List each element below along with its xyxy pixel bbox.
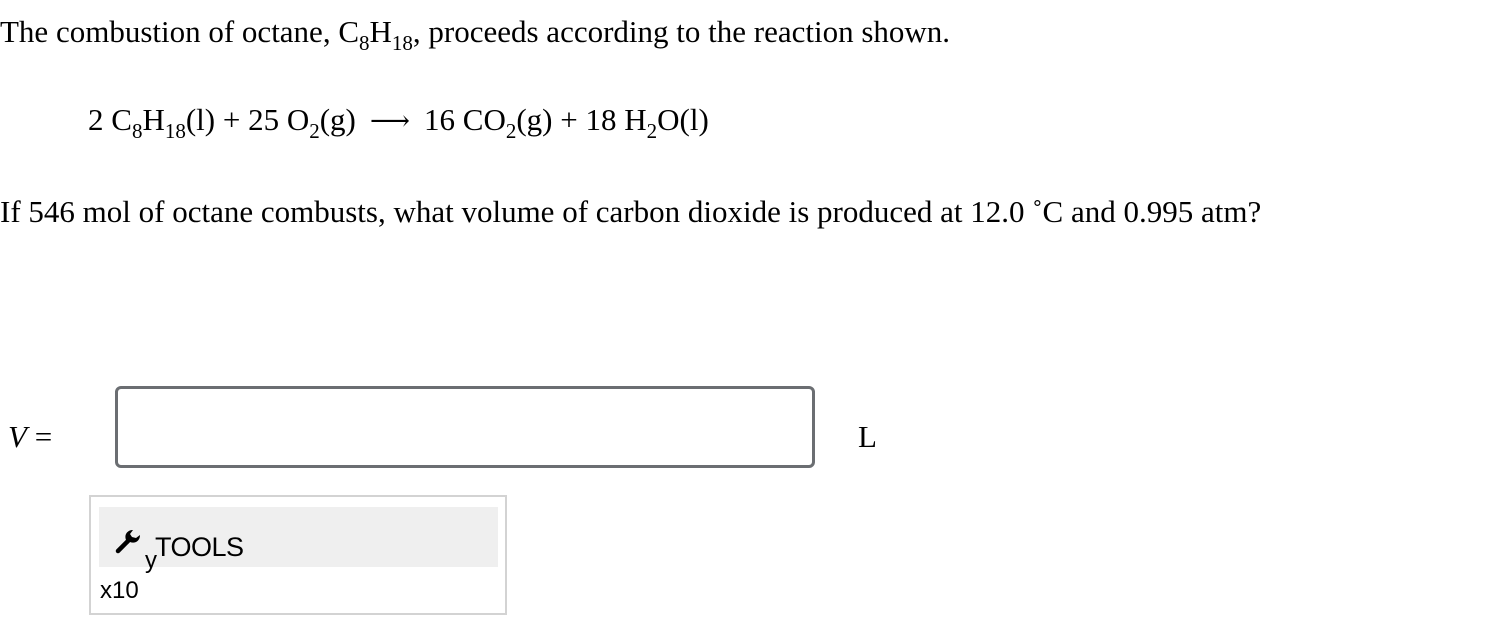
subscript: 2 xyxy=(646,119,658,143)
answer-variable-label: V = xyxy=(8,421,52,452)
unit-label: L xyxy=(858,419,877,454)
subscript: 8 xyxy=(131,119,143,143)
subscript: 18 xyxy=(164,119,186,143)
variable-symbol: V xyxy=(8,419,27,454)
subscript: 2 xyxy=(505,119,517,143)
question-text: If 546 mol of octane combusts, what volu… xyxy=(0,194,1262,229)
chemical-equation: 2 C8H18(l) + 25 O2(g) ⟶ 16 CO2(g) + 18 H2O… xyxy=(88,102,709,143)
tools-panel: TOOLS y x10 xyxy=(89,495,507,615)
subscript: 18 xyxy=(391,31,413,55)
equals-sign: = xyxy=(26,419,53,454)
tools-label: TOOLS xyxy=(155,532,244,562)
reaction-arrow: ⟶ xyxy=(369,106,411,137)
exponent-label: y xyxy=(145,547,157,574)
subscript: 2 xyxy=(309,119,320,143)
times-ten-label: x10 xyxy=(100,577,139,604)
answer-input[interactable] xyxy=(115,386,815,468)
subscript: 8 xyxy=(359,31,370,55)
problem-intro: The combustion of octane, C8H18, proceed… xyxy=(0,14,951,55)
scientific-notation-button[interactable]: y x10 xyxy=(99,541,159,604)
